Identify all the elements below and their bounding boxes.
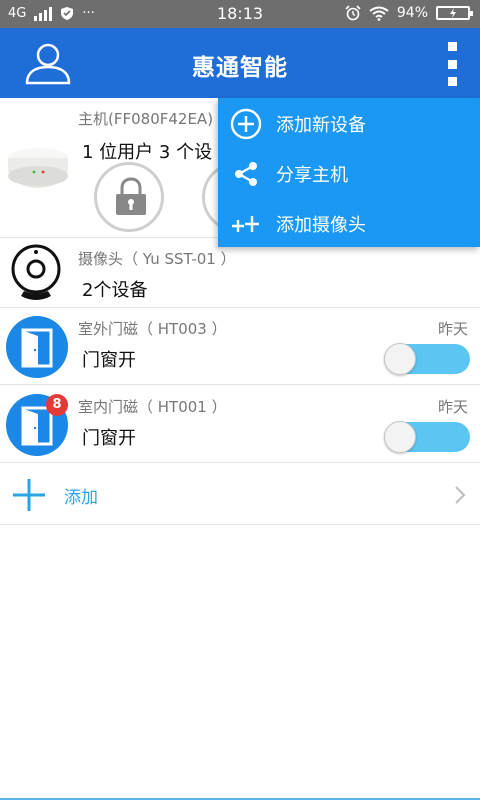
menu-item-add-device[interactable]: 添加新设备	[218, 98, 480, 148]
host-device-icon	[8, 148, 68, 188]
camera-icon	[11, 244, 61, 300]
overflow-menu: 添加新设备 分享主机 添加摄像头	[218, 98, 480, 247]
lock-icon	[116, 177, 146, 215]
sensor-toggle[interactable]	[384, 421, 470, 453]
status-right: 94%	[345, 5, 473, 21]
add-camera-icon	[232, 216, 259, 232]
host-subtitle: 主机(FF080F42EA)	[78, 110, 214, 128]
sensor-subtitle: 室外门磁（ HT003 ）	[78, 320, 227, 338]
menu-item-label: 添加新设备	[276, 115, 366, 136]
share-icon	[235, 162, 257, 186]
menu-item-label: 分享主机	[276, 165, 348, 186]
menu-item-label: 添加摄像头	[276, 215, 366, 236]
plus-icon	[13, 479, 45, 511]
sensor-status: 门窗开	[82, 350, 136, 371]
battery-percent: 94%	[396, 5, 428, 21]
alarm-icon	[345, 5, 361, 21]
status-bar: 4G ··· 18:13 94%	[0, 0, 480, 28]
door-sensor-icon	[6, 316, 68, 378]
toggle-knob	[384, 343, 416, 375]
sensor-row[interactable]: 室外门磁（ HT003 ） 门窗开 昨天	[0, 308, 480, 385]
plus-circle-icon	[230, 108, 262, 140]
more-menu-button[interactable]	[444, 42, 460, 86]
sensor-subtitle: 室内门磁（ HT001 ）	[78, 398, 227, 416]
more-vertical-icon	[447, 42, 457, 51]
app-header: 惠通智能	[0, 28, 480, 98]
add-device-row[interactable]: 添加	[0, 463, 480, 525]
sensor-status: 门窗开	[82, 428, 136, 449]
door-icon	[21, 328, 53, 368]
page-title: 惠通智能	[192, 55, 288, 81]
more-dot	[447, 59, 457, 69]
more-dot	[447, 77, 457, 86]
menu-item-add-camera[interactable]: 添加摄像头	[218, 198, 480, 248]
sensor-time: 昨天	[437, 320, 468, 338]
toggle-knob	[384, 421, 416, 453]
sensor-row[interactable]: 8 室内门磁（ HT001 ） 门窗开 昨天	[0, 386, 480, 463]
chevron-right-icon	[455, 486, 466, 504]
notification-badge: 8	[46, 394, 68, 416]
host-summary: 1 位用户 3 个设	[82, 142, 213, 163]
camera-subtitle: 摄像头（ Yu SST-01 ）	[78, 250, 236, 268]
menu-item-share-host[interactable]: 分享主机	[218, 148, 480, 198]
sensor-toggle[interactable]	[384, 343, 470, 375]
arm-lock-button[interactable]	[94, 162, 164, 232]
battery-icon	[436, 6, 473, 20]
camera-row[interactable]: 摄像头（ Yu SST-01 ） 2个设备	[0, 238, 480, 308]
wifi-icon	[369, 6, 389, 21]
camera-summary: 2个设备	[82, 280, 148, 301]
sensor-time: 昨天	[437, 398, 468, 416]
add-label: 添加	[64, 488, 98, 508]
